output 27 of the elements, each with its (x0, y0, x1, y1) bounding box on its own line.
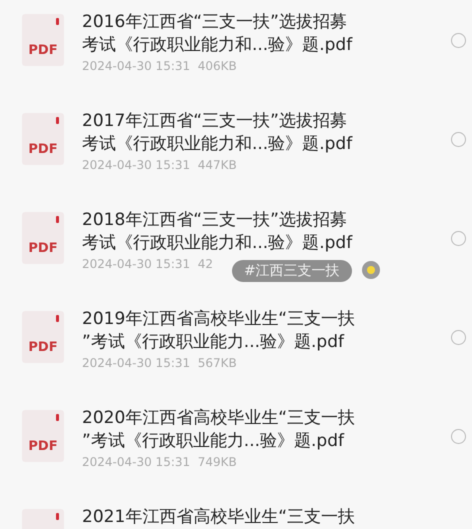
file-name[interactable]: 2020年江西省高校毕业生“三支一扶 (82, 407, 356, 430)
file-name[interactable]: 考试《行政职业能力和...验》题.pdf (82, 232, 352, 255)
pdf-label: PDF (28, 241, 58, 256)
pdf-label: PDF (28, 439, 58, 454)
select-radio[interactable] (451, 132, 466, 147)
pdf-label: PDF (28, 43, 58, 58)
pdf-label: PDF (28, 340, 58, 355)
file-name[interactable]: 2021年江西省高校毕业生“三支一扶 (82, 506, 356, 529)
select-radio[interactable] (451, 33, 466, 48)
file-name[interactable]: 考试《行政职业能力和...验》题.pdf (82, 34, 352, 57)
file-info: 2024-04-30 15:31 749KB (82, 455, 237, 469)
pdf-label: PDF (28, 142, 58, 157)
file-info: 2024-04-30 15:31 567KB (82, 356, 237, 370)
file-info: 2024-04-30 15:31 447KB (82, 158, 237, 172)
file-name[interactable]: ”考试《行政职业能力...验》题.pdf (82, 331, 344, 354)
file-name[interactable]: 2017年江西省“三支一扶”选拔招募 (82, 110, 347, 133)
file-name[interactable]: 2018年江西省“三支一扶”选拔招募 (82, 209, 347, 232)
file-name[interactable]: 2019年江西省高校毕业生“三支一扶 (82, 308, 356, 331)
file-name[interactable]: ”考试《行政职业能力...验》题.pdf (82, 430, 344, 453)
file-name[interactable]: 2016年江西省“三支一扶”选拔招募 (82, 11, 347, 34)
file-info: 2024-04-30 15:31 42 (82, 257, 214, 271)
dot-icon (362, 261, 380, 279)
select-radio[interactable] (451, 330, 466, 345)
file-name[interactable]: 考试《行政职业能力和...验》题.pdf (82, 133, 352, 156)
select-radio[interactable] (451, 231, 466, 246)
select-radio[interactable] (451, 429, 466, 444)
file-info: 2024-04-30 15:31 406KB (82, 59, 237, 73)
